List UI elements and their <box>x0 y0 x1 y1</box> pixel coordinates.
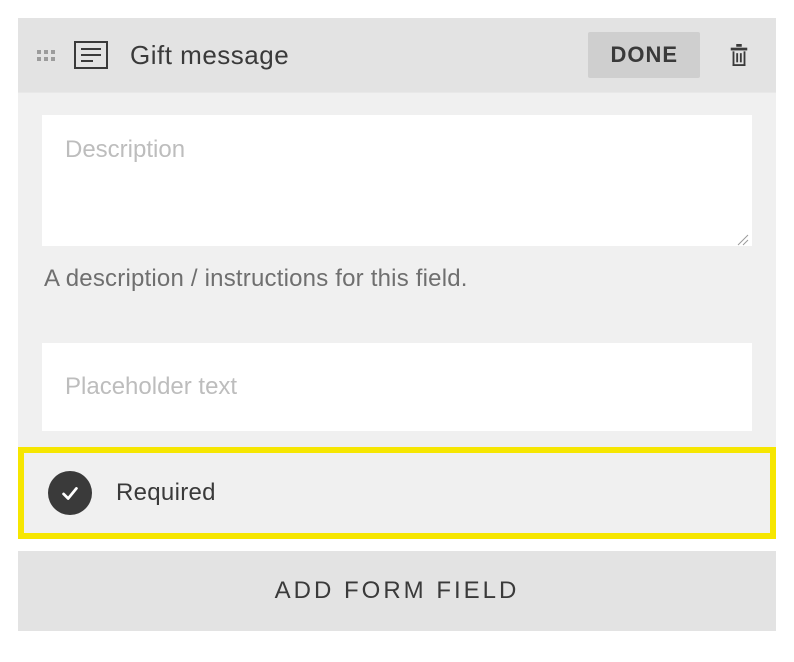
description-helper-text: A description / instructions for this fi… <box>42 251 752 293</box>
done-button[interactable]: DONE <box>588 32 700 78</box>
trash-icon <box>728 42 750 68</box>
field-body: A description / instructions for this fi… <box>18 92 776 539</box>
required-label: Required <box>116 479 216 507</box>
placeholder-text-input[interactable] <box>42 343 752 431</box>
delete-button[interactable] <box>726 40 752 70</box>
form-field-card: Gift message DONE <box>18 18 776 539</box>
required-toggle-row[interactable]: Required <box>24 453 770 533</box>
required-checkbox[interactable] <box>48 471 92 515</box>
check-icon <box>59 482 81 504</box>
drag-handle-icon[interactable] <box>36 40 56 70</box>
add-form-field-button[interactable]: ADD FORM FIELD <box>18 551 776 631</box>
text-field-type-icon <box>74 41 108 69</box>
description-input[interactable] <box>42 115 752 246</box>
field-header: Gift message DONE <box>18 18 776 92</box>
field-title: Gift message <box>130 40 588 71</box>
required-row-highlight: Required <box>18 447 776 539</box>
